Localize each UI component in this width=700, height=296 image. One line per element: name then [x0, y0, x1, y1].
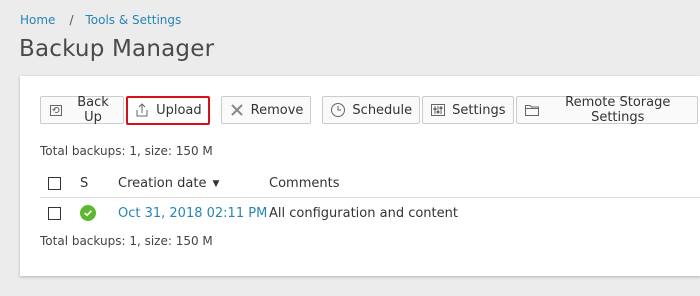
- backup-panel: Back Up Upload Remove Schedule Settings …: [20, 76, 700, 276]
- upload-icon: [134, 102, 150, 118]
- creation-date-link[interactable]: Oct 31, 2018 02:11 PM: [118, 206, 269, 221]
- total-backups-summary: Total backups: 1, size: 150 M: [40, 144, 213, 158]
- breadcrumb-home-link[interactable]: Home: [20, 13, 55, 27]
- comments-column-header: Comments: [269, 176, 340, 191]
- remote-storage-settings-label: Remote Storage Settings: [565, 95, 671, 125]
- breadcrumb-tools-link[interactable]: Tools & Settings: [85, 13, 181, 27]
- upload-label: Upload: [156, 102, 202, 118]
- folder-icon: [524, 102, 540, 118]
- sliders-icon: [430, 102, 446, 118]
- creation-date-header-label: Creation date: [118, 176, 207, 191]
- select-all-cell: [48, 177, 62, 190]
- settings-button[interactable]: Settings: [422, 96, 514, 124]
- page-title: Backup Manager: [19, 36, 215, 62]
- backup-icon: [48, 102, 64, 118]
- table-header: S Creation date ▼ Comments: [40, 170, 700, 198]
- clock-icon: [330, 102, 346, 118]
- select-all-checkbox[interactable]: [48, 177, 61, 190]
- creation-date-column-header[interactable]: Creation date ▼: [118, 176, 269, 191]
- remove-label: Remove: [250, 102, 304, 118]
- sort-down-icon: ▼: [212, 178, 220, 189]
- toolbar: Back Up Upload Remove Schedule Settings …: [40, 95, 700, 125]
- table-row: Oct 31, 2018 02:11 PM All configuration …: [40, 200, 700, 226]
- back-up-label: Back Up: [77, 95, 109, 125]
- status-column-header[interactable]: S: [80, 176, 100, 191]
- settings-label: Settings: [452, 102, 506, 118]
- status-ok-icon: [80, 205, 96, 221]
- schedule-label: Schedule: [352, 102, 413, 118]
- breadcrumb-separator: /: [69, 13, 74, 27]
- total-backups-summary-bottom: Total backups: 1, size: 150 M: [40, 234, 213, 248]
- row-select-cell: [48, 206, 62, 220]
- status-cell: [80, 205, 100, 221]
- row-checkbox[interactable]: [48, 206, 61, 220]
- back-up-button[interactable]: Back Up: [40, 95, 125, 125]
- remote-storage-settings-button[interactable]: Remote Storage Settings: [515, 95, 698, 125]
- schedule-button[interactable]: Schedule: [322, 96, 421, 124]
- breadcrumb: Home / Tools & Settings: [20, 13, 181, 27]
- remove-button[interactable]: Remove: [220, 96, 312, 124]
- remove-icon: [229, 102, 245, 118]
- upload-button[interactable]: Upload: [126, 95, 210, 125]
- comments-cell: All configuration and content: [269, 205, 458, 221]
